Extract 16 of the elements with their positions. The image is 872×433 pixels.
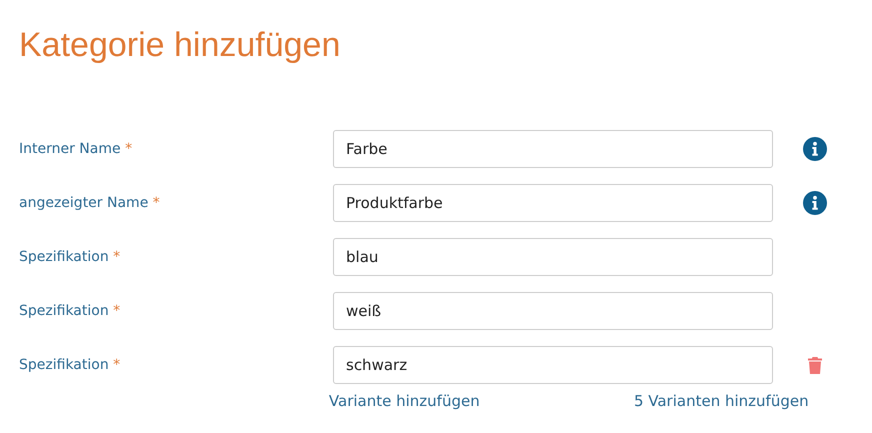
info-icon[interactable]: [803, 191, 827, 215]
add-variant-link[interactable]: Variante hinzufügen: [328, 392, 480, 410]
text-input[interactable]: weiß: [333, 292, 773, 330]
add-five-variants-link[interactable]: 5 Varianten hinzufügen: [634, 392, 809, 410]
text-input[interactable]: Produktfarbe: [333, 184, 773, 222]
field-label: Spezifikation *: [19, 249, 122, 265]
trash-icon[interactable]: [808, 356, 822, 374]
field-label: Spezifikation *: [19, 303, 122, 319]
field-label: Interner Name *: [19, 141, 134, 157]
text-input[interactable]: Farbe: [333, 130, 773, 168]
text-input[interactable]: schwarz: [333, 346, 773, 384]
text-input[interactable]: blau: [333, 238, 773, 276]
field-label: Spezifikation *: [19, 357, 122, 373]
page-title: Kategorie hinzufügen: [19, 25, 342, 66]
field-label: angezeigter Name *: [19, 195, 161, 211]
info-icon[interactable]: [803, 137, 827, 161]
